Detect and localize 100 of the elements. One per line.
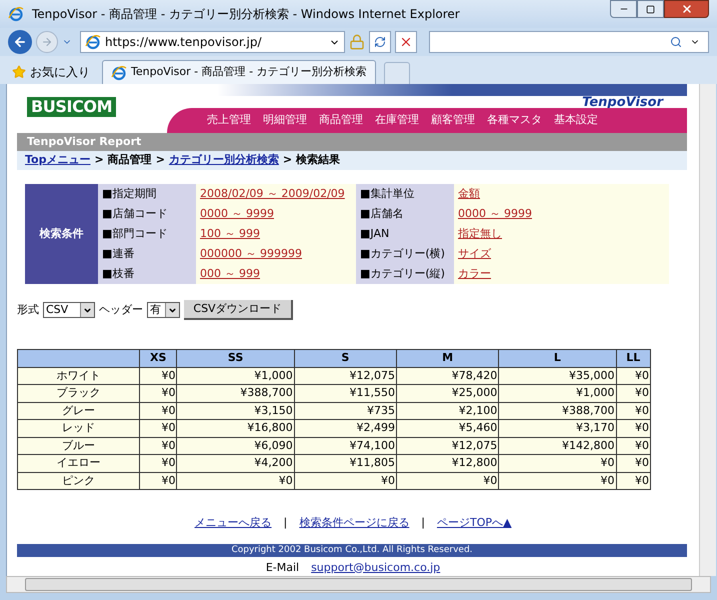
condition-value[interactable]: 100 ～ 999 [196, 226, 356, 242]
horizontal-scrollbar[interactable] [6, 576, 711, 593]
nav-link[interactable]: 在庫管理 [375, 112, 419, 129]
window-title: TenpoVisor - 商品管理 - カテゴリー別分析検索 - Windows Internet Explorer [32, 6, 461, 23]
nav-link[interactable]: 商品管理 [319, 112, 363, 129]
condition-label: ■カテゴリー(縦) [356, 264, 454, 284]
table-cell: ¥25,000 [396, 384, 499, 402]
condition-value[interactable]: 2008/02/09 ～ 2009/02/09 [196, 186, 356, 202]
email-link[interactable]: support@busicom.co.jp [311, 560, 440, 576]
nav-link[interactable]: 明細管理 [263, 112, 307, 129]
vertical-scrollbar[interactable] [699, 84, 716, 576]
report-bar: TenpoVisor Report [17, 132, 687, 151]
table-cell: ¥0 [140, 420, 177, 437]
format-select[interactable]: CSV [43, 302, 95, 318]
condition-label: ■店舗名 [356, 204, 454, 224]
column-header: XS [140, 350, 177, 367]
table-cell: ¥388,700 [176, 384, 294, 402]
column-header: L [498, 350, 616, 367]
close-button[interactable] [664, 0, 709, 18]
condition-label: ■JAN [356, 224, 454, 244]
condition-label: ■枝番 [98, 264, 196, 284]
lock-icon [349, 34, 365, 50]
breadcrumb-separator: > [282, 152, 292, 168]
email-label: E-Mail [266, 560, 300, 576]
table-cell: ¥0 [616, 420, 650, 437]
maximize-button[interactable] [637, 0, 664, 18]
footer-link[interactable]: 検索条件ページに戻る [299, 515, 410, 532]
row-header: イエロー [18, 454, 140, 472]
copyright-bar: Copyright 2002 Busicom Co.,Ltd. All Rights Reserved. [17, 544, 687, 556]
link-separator: | [421, 515, 425, 531]
close-icon [680, 3, 692, 15]
breadcrumb-text: 商品管理 [108, 152, 152, 168]
table-cell: ¥0 [616, 454, 650, 472]
table-cell: ¥0 [140, 454, 177, 472]
favorites-button[interactable]: お気に入り [8, 60, 94, 84]
table-cell: ¥11,550 [294, 384, 396, 402]
format-label: 形式 [17, 302, 39, 318]
back-button[interactable] [8, 30, 32, 54]
header-label: ヘッダー [99, 302, 143, 318]
browser-icon [111, 64, 127, 80]
address-field[interactable]: https://www.tenpovisor.jp/ [80, 31, 345, 53]
condition-value[interactable]: 0000 ～ 9999 [196, 206, 356, 222]
table-cell: ¥0 [140, 384, 177, 402]
table-cell: ¥5,460 [396, 420, 499, 437]
refresh-button[interactable] [369, 31, 391, 53]
condition-value[interactable]: 金額 [454, 186, 480, 202]
row-header: ピンク [18, 472, 140, 490]
table-cell: ¥0 [498, 454, 616, 472]
footer-link[interactable]: ページTOPへ▲ [436, 515, 512, 532]
column-header: SS [176, 350, 294, 367]
condition-value[interactable]: 000000 ～ 999999 [196, 246, 356, 262]
search-icon[interactable] [670, 36, 682, 48]
row-header: レッド [18, 420, 140, 437]
breadcrumb-link[interactable]: カテゴリー別分析検索 [168, 152, 279, 169]
footer-link[interactable]: メニューへ戻る [194, 515, 272, 532]
brand-logo: TenpoVisor [582, 96, 663, 110]
table-cell: ¥3,170 [498, 420, 616, 437]
column-header: LL [616, 350, 650, 367]
breadcrumb-link[interactable]: Topメニュー [25, 152, 90, 169]
row-header: ブラック [18, 384, 140, 402]
column-header: S [294, 350, 396, 367]
breadcrumb-separator: > [94, 152, 104, 168]
browser-icon [8, 6, 24, 22]
condition-label: ■指定期間 [98, 184, 196, 204]
browser-tab[interactable]: TenpoVisor - 商品管理 - カテゴリー別分析検索 [102, 60, 376, 84]
table-cell: ¥0 [294, 472, 396, 490]
csv-download-button[interactable]: CSVダウンロード [184, 300, 293, 320]
condition-label: ■カテゴリー(横) [356, 244, 454, 264]
nav-link[interactable]: 基本設定 [554, 112, 598, 129]
maximize-icon [646, 4, 655, 14]
table-cell: ¥2,499 [294, 420, 396, 437]
browser-icon [85, 34, 101, 50]
conditions-heading: 検索条件 [25, 184, 98, 284]
search-field[interactable] [429, 31, 709, 53]
logo: BUSICOM [27, 97, 116, 117]
condition-label: ■連番 [98, 244, 196, 264]
nav-link[interactable]: 売上管理 [207, 112, 251, 129]
scrollbar-thumb[interactable] [25, 578, 692, 591]
condition-label: ■店舗コード [98, 204, 196, 224]
condition-value[interactable]: 000 ～ 999 [196, 266, 356, 282]
condition-value[interactable]: 指定無し [454, 226, 502, 242]
table-cell: ¥16,800 [176, 420, 294, 437]
breadcrumb-text: 検索結果 [296, 152, 340, 168]
condition-label: ■集計単位 [356, 184, 454, 204]
star-icon [12, 65, 26, 79]
condition-value[interactable]: カラー [454, 266, 491, 282]
condition-label: ■部門コード [98, 224, 196, 244]
stop-button[interactable] [395, 31, 417, 53]
header-select[interactable]: 有 [147, 302, 180, 318]
dropdown-icon [168, 306, 177, 314]
table-cell: ¥0 [616, 472, 650, 490]
table-cell: ¥0 [176, 472, 294, 490]
condition-value[interactable]: サイズ [454, 246, 491, 262]
breadcrumb-separator: > [156, 152, 165, 168]
table-cell: ¥11,805 [294, 454, 396, 472]
link-separator: | [284, 515, 288, 531]
dropdown-icon [83, 306, 92, 314]
condition-value[interactable]: 0000 ～ 9999 [454, 206, 532, 222]
nav-link[interactable]: 各種マスタ [487, 112, 542, 129]
nav-link[interactable]: 顧客管理 [431, 112, 475, 129]
